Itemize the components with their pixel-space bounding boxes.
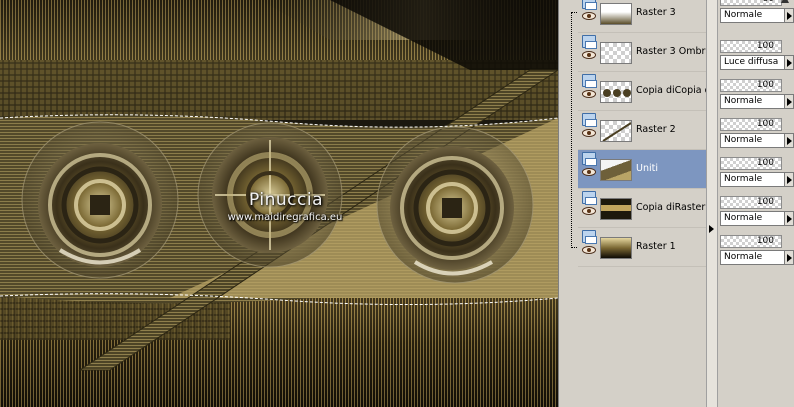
triangle-right-icon[interactable]	[784, 172, 794, 187]
layer-props-1: 100 Luce diffusa	[718, 38, 794, 77]
raster-layer-icon[interactable]	[582, 0, 597, 10]
eye-icon[interactable]	[582, 207, 596, 215]
layer-name[interactable]: Raster 3 Ombra 1	[636, 46, 706, 57]
sphere-right	[376, 126, 534, 284]
opacity-value: 100	[756, 158, 774, 168]
layer-props-0: 80 Normale	[718, 0, 794, 30]
layer-name[interactable]: Raster 1	[636, 241, 706, 252]
layer-group-gutter	[558, 0, 578, 407]
layer-row-raster-3-ombra[interactable]: Raster 3 Ombra 1	[578, 33, 706, 72]
blend-mode-select[interactable]: Luce diffusa	[720, 55, 790, 70]
triangle-right-icon[interactable]	[784, 250, 794, 265]
image-canvas[interactable]: Pinuccia www.maidiregrafica.eu	[0, 0, 558, 407]
blend-mode-select[interactable]: Normale	[720, 250, 790, 265]
raster-layer-icon[interactable]	[582, 191, 597, 205]
layer-thumbnail	[600, 3, 632, 25]
layer-name[interactable]: Raster 3	[636, 7, 706, 18]
raster-layer-icon[interactable]	[582, 230, 597, 244]
opacity-value: 100	[756, 197, 774, 207]
opacity-value: 100	[756, 236, 774, 246]
triangle-right-icon[interactable]	[784, 8, 794, 23]
eye-icon[interactable]	[582, 12, 596, 20]
layer-name[interactable]: Copia diRaster 1	[636, 202, 706, 213]
layer-props-2: 100 Normale	[718, 77, 794, 116]
layer-name[interactable]: Uniti	[636, 163, 706, 174]
sphere-center	[197, 122, 343, 268]
triangle-right-icon[interactable]	[784, 211, 794, 226]
slider-thumb-icon[interactable]	[781, 0, 789, 3]
raster-layer-icon[interactable]	[582, 113, 597, 127]
raster-layer-icon[interactable]	[582, 35, 597, 49]
layer-row-copia-raster-1[interactable]: Copia diRaster 1	[578, 189, 706, 228]
opacity-value: 100	[756, 41, 774, 51]
eye-icon[interactable]	[582, 168, 596, 176]
layer-props-6: 100 Normale	[718, 233, 794, 272]
blend-mode-select[interactable]: Normale	[720, 211, 790, 226]
eye-icon[interactable]	[582, 129, 596, 137]
layer-row-copia-copia[interactable]: Copia diCopia diRaster	[578, 72, 706, 111]
layer-thumbnail	[600, 120, 632, 142]
layer-thumbnail	[600, 81, 632, 103]
triangle-right-icon[interactable]	[784, 55, 794, 70]
expand-arrow-icon[interactable]	[709, 225, 714, 233]
sphere-left	[21, 121, 179, 279]
layer-name[interactable]: Copia diCopia diRaster	[636, 85, 706, 96]
raster-layer-icon[interactable]	[582, 74, 597, 88]
layer-row-raster-1[interactable]: Raster 1	[578, 228, 706, 267]
blend-mode-select[interactable]: Normale	[720, 8, 790, 23]
layer-row-raster-2[interactable]: Raster 2	[578, 111, 706, 150]
layer-props-4: 100 Normale	[718, 155, 794, 194]
eye-icon[interactable]	[582, 90, 596, 98]
raster-layer-icon[interactable]	[582, 152, 597, 166]
layer-properties-column: 80 Normale 100 Luce diffusa 100 Normale …	[718, 0, 794, 407]
layer-props-5: 100 Normale	[718, 194, 794, 233]
group-bracket	[571, 12, 577, 248]
layer-name[interactable]: Raster 2	[636, 124, 706, 135]
layers-palette: Raster 3 Raster 3 Ombra 1 Copia diCopia …	[578, 0, 706, 407]
layer-thumbnail	[600, 42, 632, 64]
layer-thumbnail	[600, 198, 632, 220]
triangle-right-icon[interactable]	[784, 133, 794, 148]
opacity-value: 100	[756, 119, 774, 129]
blend-mode-select[interactable]: Normale	[720, 94, 790, 109]
triangle-right-icon[interactable]	[784, 94, 794, 109]
layers-splitter[interactable]	[706, 0, 718, 407]
blend-mode-select[interactable]: Normale	[720, 133, 790, 148]
opacity-value: 80	[763, 0, 774, 4]
layer-props-3: 100 Normale	[718, 116, 794, 155]
blend-mode-select[interactable]: Normale	[720, 172, 790, 187]
artwork	[0, 0, 558, 407]
layer-row-uniti[interactable]: Uniti	[578, 150, 706, 189]
eye-icon[interactable]	[582, 246, 596, 254]
eye-icon[interactable]	[582, 51, 596, 59]
layer-thumbnail	[600, 237, 632, 259]
layer-thumbnail	[600, 159, 632, 181]
layer-row-raster-3[interactable]: Raster 3	[578, 0, 706, 33]
opacity-value: 100	[756, 80, 774, 90]
